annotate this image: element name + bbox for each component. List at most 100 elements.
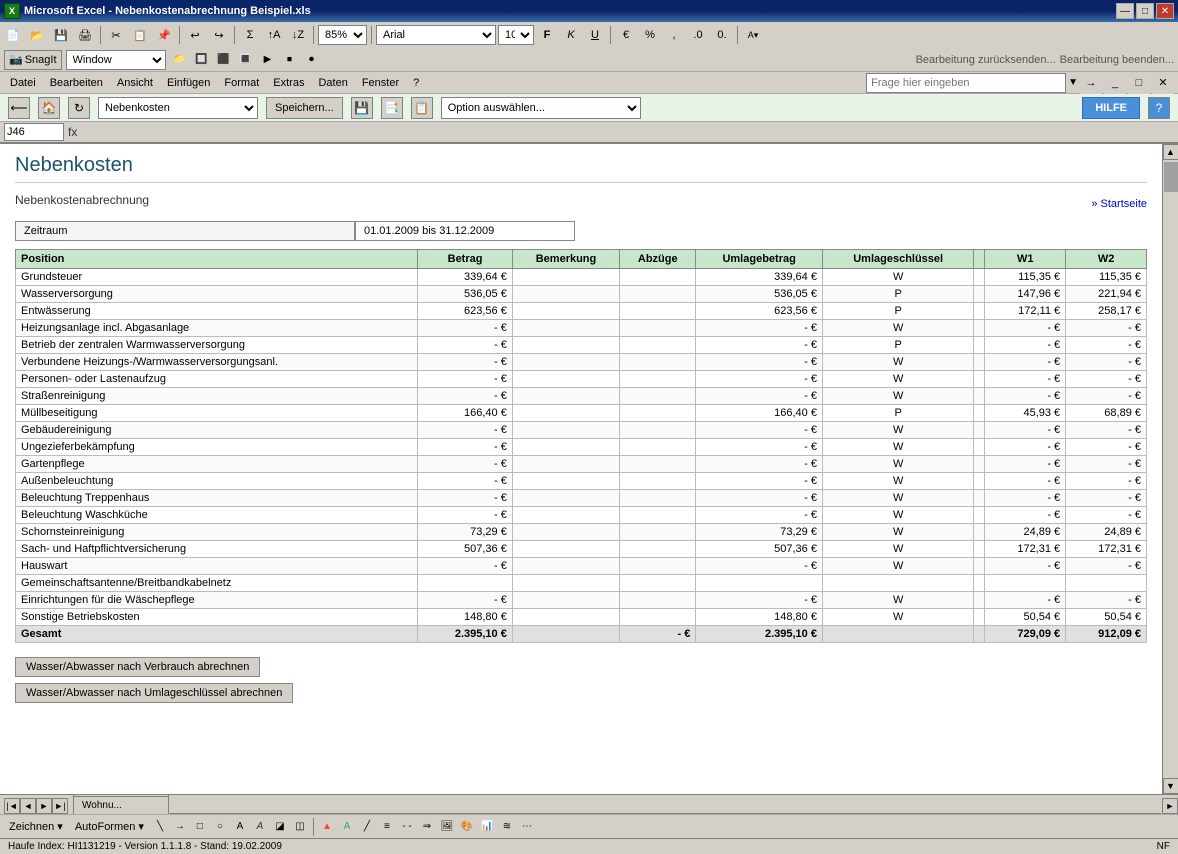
snagit-icon-7[interactable]: ⏺ <box>302 51 322 69</box>
new-button[interactable]: 📄 <box>2 24 24 46</box>
zeichnen-button[interactable]: Zeichnen ▾ <box>4 817 68 837</box>
dashed-icon[interactable]: - - <box>398 818 416 836</box>
help-window-min[interactable]: _ <box>1104 72 1126 94</box>
startseite-link[interactable]: » Startseite <box>1091 198 1147 210</box>
tab-last-button[interactable]: ►| <box>52 798 68 814</box>
open-button[interactable]: 📂 <box>26 24 48 46</box>
linecolor-icon[interactable]: ╱ <box>358 818 376 836</box>
menu-format[interactable]: Format <box>218 73 265 93</box>
tab-first-button[interactable]: |◄ <box>4 798 20 814</box>
menu-extras[interactable]: Extras <box>267 73 310 93</box>
help-go-button[interactable]: → <box>1080 72 1102 94</box>
cut-button[interactable]: ✂ <box>105 24 127 46</box>
snagit-icon-6[interactable]: ⏹ <box>280 51 300 69</box>
undo-button[interactable]: ↩ <box>184 24 206 46</box>
hilfe-button[interactable]: HILFE <box>1082 97 1140 119</box>
equalizer-icon[interactable]: ≋ <box>498 818 516 836</box>
close-button[interactable]: ✕ <box>1156 3 1174 19</box>
arrowstyle-icon[interactable]: ⇒ <box>418 818 436 836</box>
snagit-icon-3[interactable]: ⬛ <box>214 51 234 69</box>
3d-icon[interactable]: ◫ <box>291 818 309 836</box>
wasser-verbrauch-button[interactable]: Wasser/Abwasser nach Verbrauch abrechnen <box>15 657 260 677</box>
currency-button[interactable]: € <box>615 24 637 46</box>
bold-button[interactable]: F <box>536 24 558 46</box>
search-dropdown-arrow[interactable]: ▼ <box>1068 77 1078 88</box>
cell-reference-input[interactable] <box>4 123 64 141</box>
fillcolor-icon[interactable]: ▲ <box>318 818 336 836</box>
menu-datei[interactable]: Datei <box>4 73 42 93</box>
nav-sheet-dropdown[interactable]: Nebenkosten <box>98 97 258 119</box>
help-window-max[interactable]: □ <box>1128 72 1150 94</box>
underline-button[interactable]: U <box>584 24 606 46</box>
arrow-icon[interactable]: → <box>171 818 189 836</box>
dots-icon[interactable]: ⋯ <box>518 818 536 836</box>
nav-option-dropdown[interactable]: Option auswählen... <box>441 97 641 119</box>
nav-save-button[interactable]: Speichern... <box>266 97 343 119</box>
autosum-button[interactable]: Σ <box>239 24 261 46</box>
rect-icon[interactable]: □ <box>191 818 209 836</box>
autoformen-button[interactable]: AutoFormen ▾ <box>70 817 149 837</box>
nav-save-icon-2[interactable]: 📑 <box>381 97 403 119</box>
snagit-icon-4[interactable]: 🔳 <box>236 51 256 69</box>
insert-pic-icon[interactable]: 🖼 <box>438 818 456 836</box>
decrease-decimal-button[interactable]: 0. <box>711 24 733 46</box>
table-cell <box>974 286 985 303</box>
wordart-icon[interactable]: A <box>251 818 269 836</box>
snagit-icon-2[interactable]: 🔲 <box>192 51 212 69</box>
snagit-button[interactable]: 📷 SnagIt <box>4 50 62 70</box>
line-icon[interactable]: ╲ <box>151 818 169 836</box>
tab-scroll-right[interactable]: ► <box>1162 798 1178 814</box>
nav-home-button[interactable]: 🏠 <box>38 97 60 119</box>
menu-fenster[interactable]: Fenster <box>356 73 405 93</box>
wasser-umlageschluessel-button[interactable]: Wasser/Abwasser nach Umlageschlüssel abr… <box>15 683 293 703</box>
sheet-tab[interactable]: Wohnu... <box>73 796 169 814</box>
nav-save-icon-3[interactable]: 📋 <box>411 97 433 119</box>
snagit-window-dropdown[interactable]: Window <box>66 50 166 70</box>
menu-bearbeiten[interactable]: Bearbeiten <box>44 73 109 93</box>
paste-button[interactable]: 📌 <box>153 24 175 46</box>
menu-daten[interactable]: Daten <box>312 73 353 93</box>
fill-color-button[interactable]: A▾ <box>742 24 764 46</box>
lineweight-icon[interactable]: ≡ <box>378 818 396 836</box>
zoom-dropdown[interactable]: 85% <box>318 25 367 45</box>
help-search-input[interactable] <box>866 73 1066 93</box>
menu-ansicht[interactable]: Ansicht <box>111 73 159 93</box>
table-cell <box>974 541 985 558</box>
textbox-icon[interactable]: A <box>231 818 249 836</box>
minimize-button[interactable]: — <box>1116 3 1134 19</box>
comma-button[interactable]: , <box>663 24 685 46</box>
italic-button[interactable]: K <box>560 24 582 46</box>
maximize-button[interactable]: □ <box>1136 3 1154 19</box>
fontsize-dropdown[interactable]: 10 <box>498 25 534 45</box>
scroll-thumb[interactable] <box>1164 162 1178 192</box>
nav-refresh-button[interactable]: ↻ <box>68 97 90 119</box>
oval-icon[interactable]: ○ <box>211 818 229 836</box>
clipart-icon[interactable]: 🎨 <box>458 818 476 836</box>
snagit-icon-1[interactable]: 📁 <box>170 51 190 69</box>
increase-decimal-button[interactable]: .0 <box>687 24 709 46</box>
help-window-close[interactable]: ✕ <box>1152 72 1174 94</box>
font-dropdown[interactable]: Arial <box>376 25 496 45</box>
scroll-down-button[interactable]: ▼ <box>1163 778 1178 794</box>
table-cell <box>974 269 985 286</box>
save-button[interactable]: 💾 <box>50 24 72 46</box>
nav-hilfe-icon[interactable]: ? <box>1148 97 1170 119</box>
nav-back-button[interactable]: ⟵ <box>8 97 30 119</box>
diagram-icon[interactable]: 📊 <box>478 818 496 836</box>
percent-button[interactable]: % <box>639 24 661 46</box>
redo-button[interactable]: ↪ <box>208 24 230 46</box>
nav-save-icon-1[interactable]: 💾 <box>351 97 373 119</box>
sort-desc-button[interactable]: ↓Z <box>287 24 309 46</box>
fontcolor-icon[interactable]: A <box>338 818 356 836</box>
sort-asc-button[interactable]: ↑A <box>263 24 285 46</box>
shadow-icon[interactable]: ◪ <box>271 818 289 836</box>
snagit-icon-5[interactable]: ▶ <box>258 51 278 69</box>
tab-prev-button[interactable]: ◄ <box>20 798 36 814</box>
vertical-scrollbar[interactable]: ▲ ▼ <box>1162 144 1178 794</box>
scroll-up-button[interactable]: ▲ <box>1163 144 1178 160</box>
menu-help[interactable]: ? <box>407 73 425 93</box>
menu-einfuegen[interactable]: Einfügen <box>161 73 216 93</box>
print-button[interactable]: 🖨 <box>74 24 96 46</box>
copy-button[interactable]: 📋 <box>129 24 151 46</box>
tab-next-button[interactable]: ► <box>36 798 52 814</box>
